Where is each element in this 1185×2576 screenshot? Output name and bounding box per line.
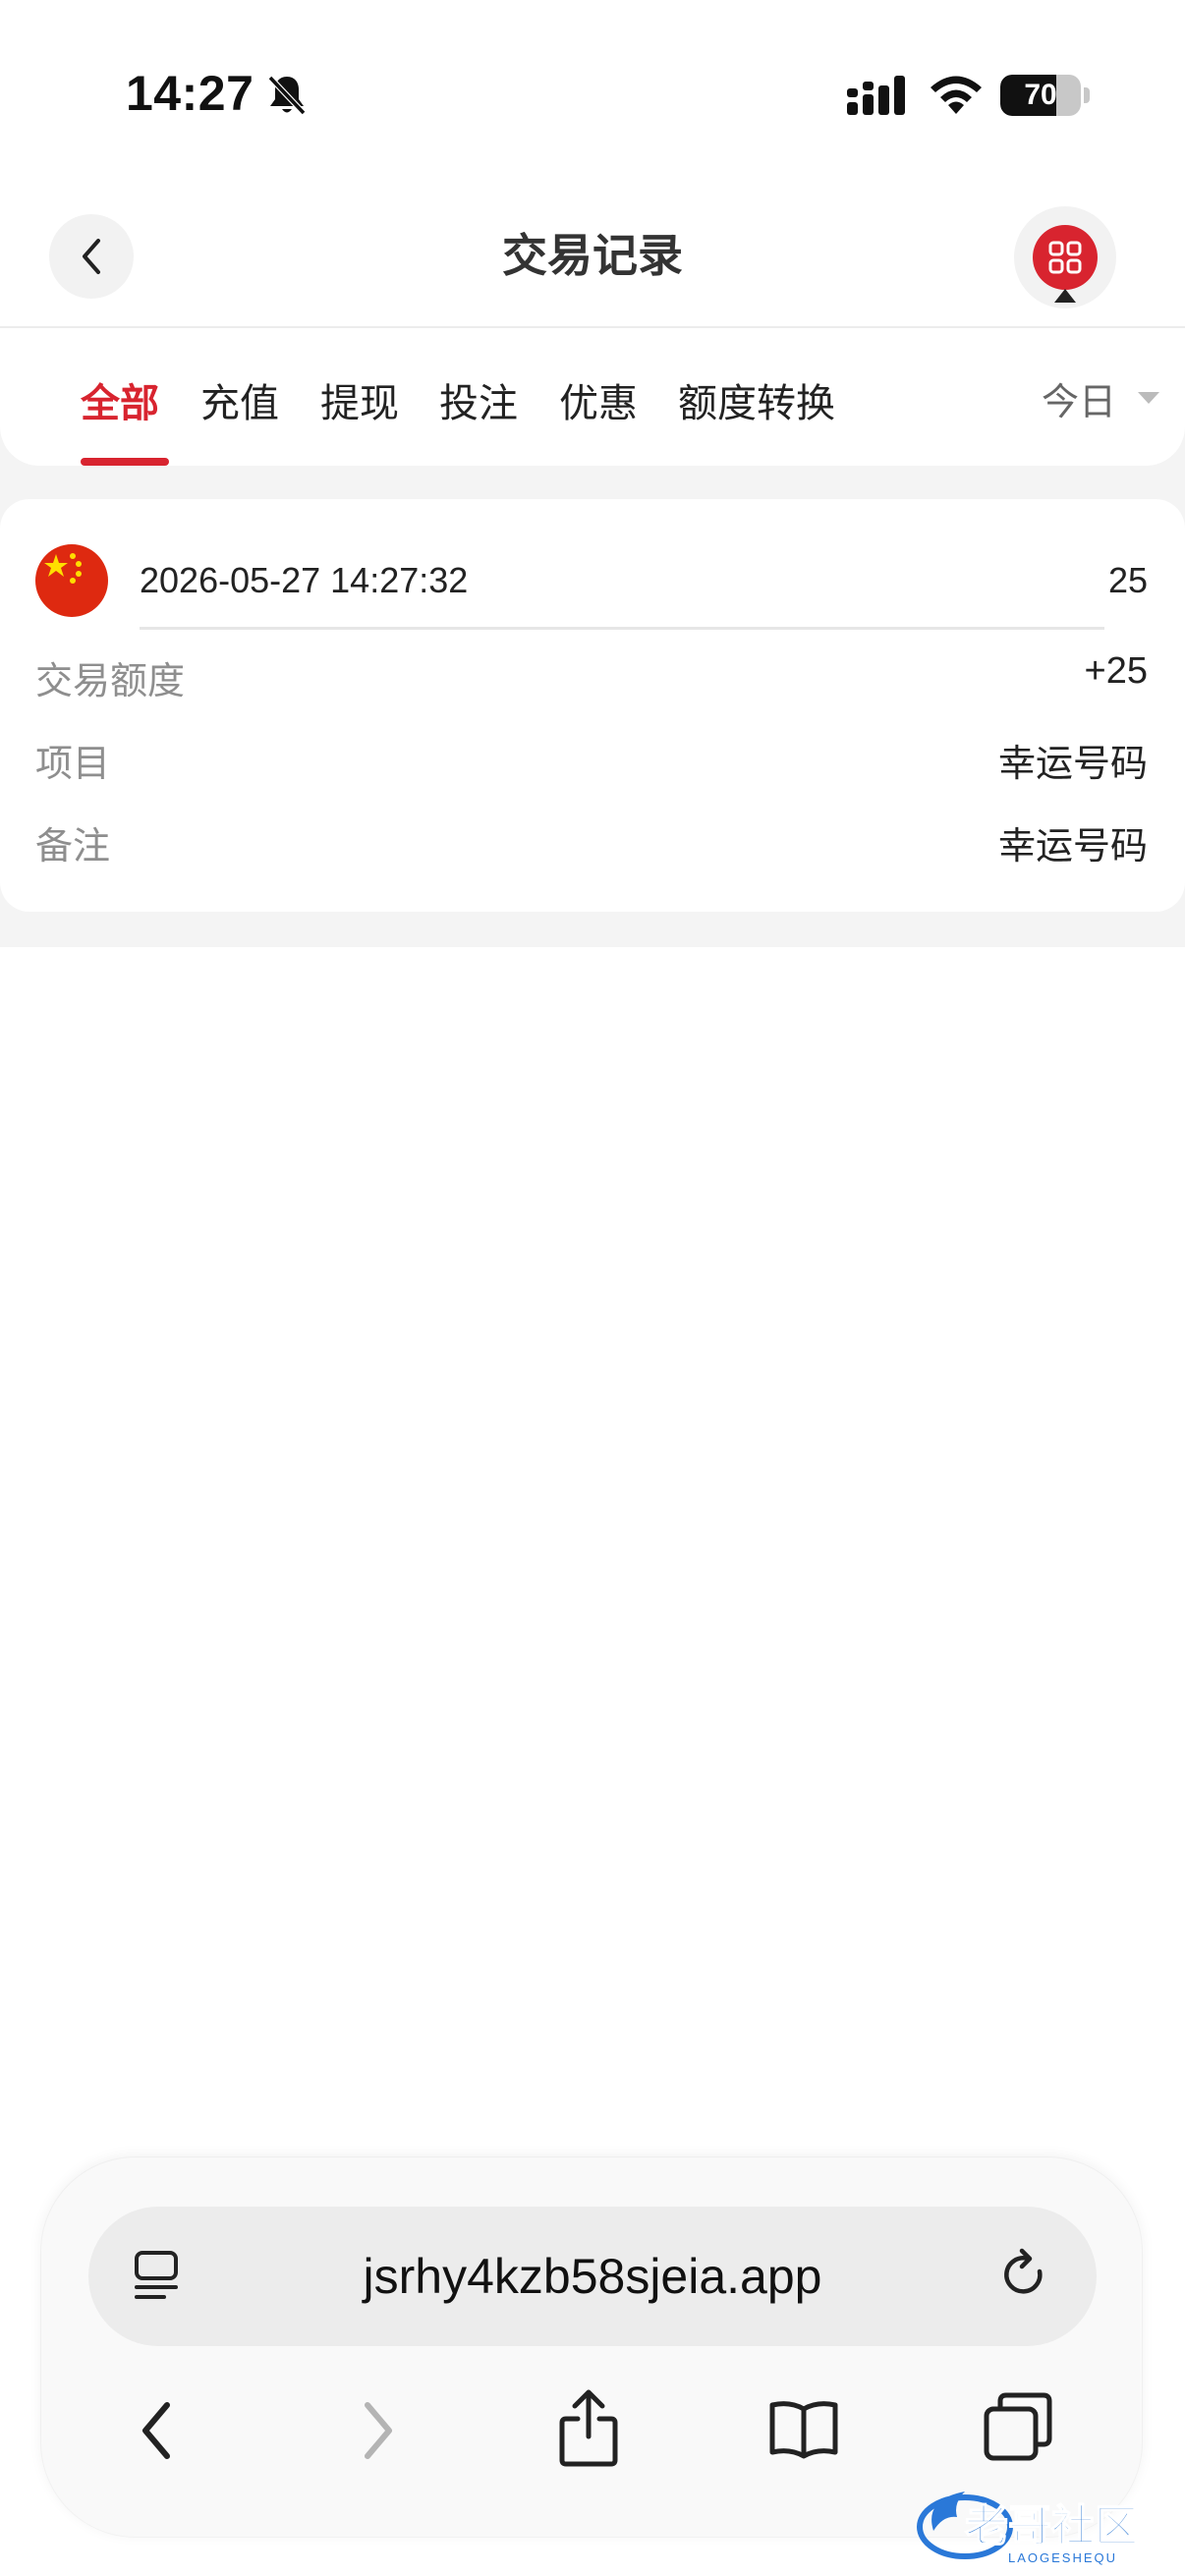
tabs-icon[interactable] xyxy=(983,2391,1053,2462)
field-value-amount: +25 xyxy=(1084,650,1148,692)
record-time: 2026-05-27 14:27:32 xyxy=(140,560,469,600)
tab-bet[interactable]: 投注 xyxy=(439,371,518,428)
status-time: 14:27 xyxy=(126,66,254,121)
menu-caret-icon xyxy=(1054,289,1076,303)
page: 14:27 70 交易记录 全部 充值 提现 投注 优惠 额度转换 今日 202… xyxy=(0,0,1185,2576)
china-flag-icon xyxy=(35,544,108,617)
field-label-project: 项目 xyxy=(35,742,111,785)
bell-slash-icon xyxy=(267,75,307,116)
wifi-icon xyxy=(931,76,982,114)
menu-button-circle xyxy=(1033,225,1098,290)
forward-arrow-icon[interactable] xyxy=(352,2399,403,2462)
url-text[interactable]: jsrhy4kzb58sjeia.app xyxy=(88,2248,1097,2305)
watermark-logo: 老哥社区 LAOGESHEQU xyxy=(917,2492,1139,2565)
svg-text:老哥社区: 老哥社区 xyxy=(965,2501,1138,2551)
field-label-note: 备注 xyxy=(35,824,111,868)
date-filter-select[interactable]: 今日 xyxy=(1042,371,1116,425)
tab-active-indicator xyxy=(81,458,169,466)
svg-text:LAOGESHEQU: LAOGESHEQU xyxy=(1008,2550,1117,2565)
field-value-note: 幸运号码 xyxy=(997,824,1148,868)
tab-withdraw[interactable]: 提现 xyxy=(320,371,399,428)
bookmarks-icon[interactable] xyxy=(766,2397,841,2460)
battery-cap xyxy=(1084,87,1090,103)
share-icon[interactable] xyxy=(556,2387,621,2470)
tab-all[interactable]: 全部 xyxy=(81,371,159,428)
battery-icon: 70 xyxy=(1000,75,1081,116)
tab-transfer[interactable]: 额度转换 xyxy=(678,371,835,428)
battery-level: 70 xyxy=(1024,79,1057,111)
chevron-down-icon[interactable] xyxy=(1138,392,1159,404)
page-title: 交易记录 xyxy=(502,229,683,282)
cellular-signal-icon xyxy=(847,76,905,115)
tab-deposit[interactable]: 充值 xyxy=(200,371,279,428)
back-arrow-icon[interactable] xyxy=(132,2399,183,2462)
field-value-project: 幸运号码 xyxy=(997,742,1148,785)
grid-menu-icon xyxy=(1048,241,1082,274)
field-label-amount: 交易额度 xyxy=(35,659,186,702)
record-amount: 25 xyxy=(1107,560,1148,600)
tab-promotion[interactable]: 优惠 xyxy=(559,371,638,428)
record-divider xyxy=(140,627,1104,630)
reload-icon[interactable] xyxy=(998,2246,1051,2305)
